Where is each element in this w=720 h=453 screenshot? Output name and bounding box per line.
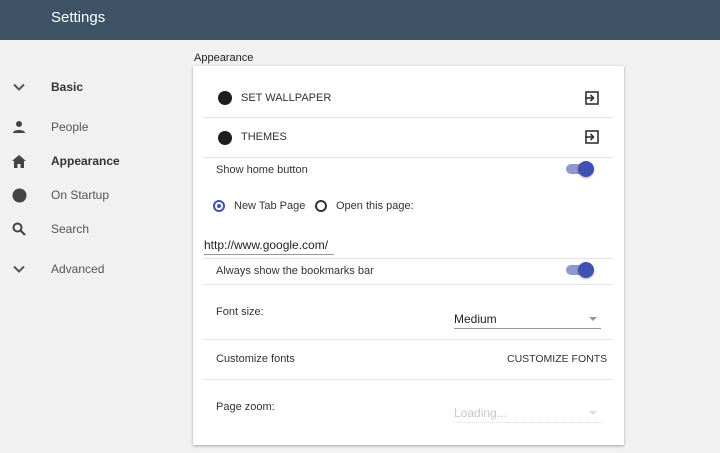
divider bbox=[204, 284, 613, 285]
page-zoom-value: Loading... bbox=[454, 406, 507, 420]
sidebar-item-label: On Startup bbox=[51, 188, 110, 202]
themes-label: THEMES bbox=[241, 131, 287, 143]
chevron-down-icon bbox=[10, 260, 28, 278]
app-header: Settings bbox=[0, 0, 720, 40]
bookmarks-bar-toggle[interactable] bbox=[566, 262, 594, 278]
toggle-knob bbox=[578, 161, 594, 177]
divider bbox=[204, 157, 613, 158]
chevron-down-icon bbox=[10, 78, 28, 96]
dropdown-arrow-icon bbox=[589, 411, 597, 415]
circle-icon bbox=[10, 186, 28, 204]
section-title: Appearance bbox=[194, 52, 254, 64]
sidebar-item-label: Appearance bbox=[51, 154, 120, 168]
font-size-label: Font size: bbox=[216, 306, 264, 318]
customize-fonts-label: Customize fonts bbox=[216, 353, 295, 365]
sidebar-item-on-startup[interactable]: On Startup bbox=[0, 180, 190, 210]
page-title: Settings bbox=[51, 9, 106, 26]
wallpaper-dot-icon bbox=[218, 91, 232, 105]
toggle-knob bbox=[578, 262, 594, 278]
dropdown-arrow-icon bbox=[589, 317, 597, 321]
sidebar-item-people[interactable]: People bbox=[0, 112, 190, 142]
search-icon bbox=[10, 220, 28, 238]
themes-dot-icon bbox=[218, 131, 232, 145]
divider bbox=[204, 258, 613, 259]
sidebar-item-advanced[interactable]: Advanced bbox=[0, 254, 190, 284]
radio-new-tab-label: New Tab Page bbox=[234, 200, 306, 212]
radio-new-tab-page[interactable] bbox=[213, 200, 225, 212]
sidebar-item-label: Advanced bbox=[51, 262, 105, 276]
sidebar-item-basic[interactable]: Basic bbox=[0, 72, 190, 102]
open-external-icon[interactable] bbox=[585, 130, 599, 144]
customize-fonts-button[interactable]: CUSTOMIZE FONTS bbox=[507, 353, 607, 365]
appearance-card: SET WALLPAPER THEMES Show home button Ne… bbox=[193, 66, 624, 445]
home-url-input[interactable] bbox=[204, 235, 334, 255]
home-icon bbox=[10, 152, 28, 170]
person-icon bbox=[10, 118, 28, 136]
home-button-toggle[interactable] bbox=[566, 161, 594, 177]
divider bbox=[204, 339, 613, 340]
home-button-label: Show home button bbox=[216, 164, 308, 176]
sidebar-item-label: Search bbox=[51, 222, 90, 236]
sidebar-item-appearance[interactable]: Appearance bbox=[0, 146, 190, 176]
page-zoom-select[interactable]: Loading... bbox=[454, 403, 601, 423]
themes-row[interactable]: THEMES bbox=[204, 118, 613, 157]
font-size-value: Medium bbox=[454, 312, 497, 326]
set-wallpaper-row[interactable]: SET WALLPAPER bbox=[204, 78, 613, 118]
bookmarks-bar-label: Always show the bookmarks bar bbox=[216, 265, 374, 277]
divider bbox=[204, 379, 613, 380]
radio-open-this-page[interactable] bbox=[315, 200, 327, 212]
sidebar-item-search[interactable]: Search bbox=[0, 214, 190, 244]
set-wallpaper-label: SET WALLPAPER bbox=[241, 92, 332, 104]
open-external-icon[interactable] bbox=[585, 91, 599, 105]
sidebar-item-label: People bbox=[51, 120, 89, 134]
font-size-select[interactable]: Medium bbox=[454, 309, 601, 329]
radio-open-page-label: Open this page: bbox=[336, 200, 414, 212]
sidebar-item-label: Basic bbox=[51, 80, 84, 94]
page-zoom-label: Page zoom: bbox=[216, 401, 275, 413]
